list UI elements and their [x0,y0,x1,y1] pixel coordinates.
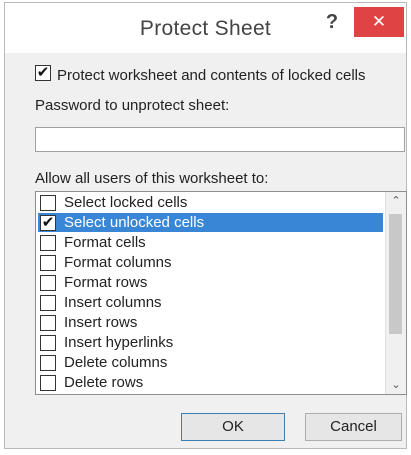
password-input[interactable] [35,127,405,152]
permission-label: Delete rows [64,374,144,391]
permission-checkbox[interactable] [40,375,56,391]
permission-label: Format cells [64,234,146,251]
permission-item[interactable]: Delete rows [38,373,383,392]
permission-label: Format rows [64,274,148,291]
cancel-button[interactable]: Cancel [305,413,402,441]
scroll-down-icon[interactable]: ⌄ [386,376,406,394]
permissions-list[interactable]: Delete rows Delete columns Insert hyperlin… [35,191,407,395]
permission-item[interactable]: ✔ Select unlocked cells [38,213,383,232]
scroll-thumb[interactable] [389,214,402,334]
permissions-heading: Allow all users of this worksheet to: [35,170,269,187]
permission-item[interactable]: Format cells [38,233,383,252]
protect-sheet-dialog: Protect Sheet ? ✕ ✔ Protect worksheet an… [4,2,407,449]
permission-item[interactable]: Format rows [38,273,383,292]
permission-label: Insert rows [64,314,138,331]
permission-checkbox[interactable]: ✔ [40,215,56,231]
permission-checkbox[interactable] [40,195,56,211]
permission-item[interactable]: Format columns [38,253,383,272]
permission-checkbox[interactable] [40,295,56,311]
permission-checkbox[interactable] [40,255,56,271]
permission-checkbox[interactable] [40,335,56,351]
permission-item[interactable]: Select locked cells [38,193,383,212]
scrollbar[interactable]: ⌃ ⌄ [385,192,406,394]
permission-item[interactable]: Insert columns [38,293,383,312]
permission-item[interactable]: Insert rows [38,313,383,332]
permission-checkbox[interactable] [40,315,56,331]
permission-label: Select locked cells [64,194,188,211]
help-button[interactable]: ? [322,11,342,35]
permission-item[interactable]: Delete columns [38,353,383,372]
protect-sheet-checkbox[interactable]: ✔ [35,65,51,81]
title-bar: Protect Sheet ? ✕ [5,3,406,53]
close-button[interactable]: ✕ [354,7,404,37]
password-label: Password to unprotect sheet: [35,97,230,114]
permission-label: Delete columns [64,354,168,371]
dialog-title: Protect Sheet [139,17,272,40]
permission-checkbox[interactable] [40,275,56,291]
permission-label: Insert columns [64,294,162,311]
scroll-up-icon[interactable]: ⌃ [386,192,406,210]
protect-sheet-label: Protect worksheet and contents of locked… [57,67,366,84]
permission-label: Select unlocked cells [64,214,205,231]
ok-button[interactable]: OK [181,413,285,441]
permission-checkbox[interactable] [40,355,56,371]
permission-checkbox[interactable] [40,235,56,251]
permission-item[interactable]: Insert hyperlinks [38,333,383,352]
permission-label: Insert hyperlinks [64,334,174,351]
permission-label: Format columns [64,254,172,271]
